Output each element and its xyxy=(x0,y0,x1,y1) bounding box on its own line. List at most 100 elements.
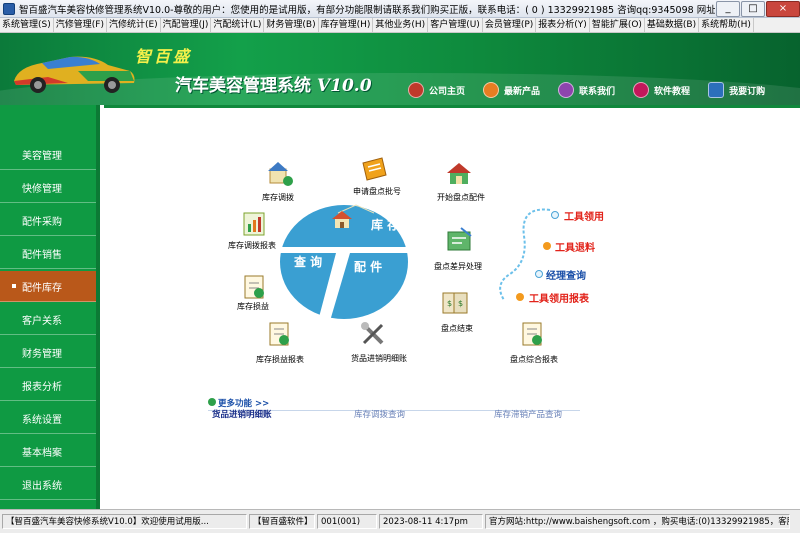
start-inventory-icon xyxy=(447,163,471,184)
difference-icon xyxy=(447,227,472,251)
inventory-end-icon: $ $ xyxy=(442,292,468,314)
sidebar-item-label: 客户关系 xyxy=(22,315,62,327)
nav-contact-label: 联系我们 xyxy=(579,86,616,97)
callout-bullet-circle xyxy=(535,270,543,278)
callout-tool-return[interactable]: 工具退料 xyxy=(555,239,595,254)
transfer-report-icon xyxy=(243,212,265,236)
maximize-button[interactable]: □ xyxy=(741,0,765,17)
inventory-transfer-label: 库存调拨 xyxy=(262,193,294,202)
callout-bullet-dot xyxy=(516,293,524,301)
profit-loss-icon xyxy=(244,275,264,299)
sidebar-item-crm[interactable]: 客户关系 xyxy=(0,304,96,335)
header-banner: 智百盛 汽车美容管理系统 V10.0 公司主页 最新产品 联系我们 软件教程 我… xyxy=(0,33,800,105)
menu-bar: 系统管理(S) 汽修管理(F) 汽修统计(E) 汽配管理(J) 汽配统计(L) … xyxy=(0,18,800,33)
window-title: 智百盛汽车美容快修管理系统V10.0-尊敬的用户：您使用的是试用版，有部分功能限… xyxy=(19,4,715,16)
callout-bullet-circle xyxy=(551,211,559,219)
hub-label-query: 查 询 xyxy=(294,255,323,269)
svg-text:$: $ xyxy=(447,299,452,308)
system-name-text: 汽车美容管理系统 xyxy=(175,76,311,96)
nav-home[interactable]: 公司主页 xyxy=(408,82,465,98)
menu-finance[interactable]: 财务管理(B) xyxy=(264,18,319,32)
nav-order-label: 我要订购 xyxy=(729,86,766,97)
apply-batch-label: 申请盘点批号 xyxy=(353,187,401,196)
menu-customer[interactable]: 客户管理(U) xyxy=(428,18,483,32)
sidebar-item-label: 快修管理 xyxy=(22,183,62,195)
menu-repair-stats[interactable]: 汽修统计(E) xyxy=(107,18,161,32)
sidebar-item-settings[interactable]: 系统设置 xyxy=(0,403,96,434)
more-link-label: 库存滞销产品查询 xyxy=(494,410,563,420)
start-inventory-label: 开始盘点配件 xyxy=(437,193,485,202)
sidebar-item-label: 报表分析 xyxy=(22,381,62,393)
sidebar-item-purchase[interactable]: 配件采购 xyxy=(0,205,96,236)
more-link-slow-moving[interactable]: 库存滞销产品查询 xyxy=(494,408,562,420)
home-icon xyxy=(408,82,424,98)
title-bar: 智百盛汽车美容快修管理系统V10.0-尊敬的用户：您使用的是试用版，有部分功能限… xyxy=(0,0,800,18)
sidebar-item-beauty[interactable]: 美容管理 xyxy=(0,139,96,170)
status-app: 【智百盛汽车美容快修系统V10.0】欢迎使用试用版... xyxy=(2,514,247,529)
status-datetime: 2023-08-11 4:17pm xyxy=(379,514,483,529)
menu-repair[interactable]: 汽修管理(F) xyxy=(54,18,107,32)
callout-bullet-dot xyxy=(543,242,551,250)
sidebar-item-label: 配件采购 xyxy=(22,216,62,228)
status-company: 【智百盛软件】 xyxy=(249,514,315,529)
sidebar-item-finance[interactable]: 财务管理 xyxy=(0,337,96,368)
sidebar-item-inventory[interactable]: 配件库存 xyxy=(0,271,96,302)
transfer-report-label: 库存调拨报表 xyxy=(228,241,276,250)
more-link-label: 货品进销明细账 xyxy=(212,410,272,420)
nav-order[interactable]: 我要订购 xyxy=(708,82,765,98)
menu-reports[interactable]: 报表分析(Y) xyxy=(536,18,590,32)
order-icon xyxy=(708,82,725,98)
hub-label-parts: 配 件 xyxy=(354,260,383,274)
more-link-goods-ledger[interactable]: 货品进销明细账 xyxy=(212,408,272,420)
flower-icon xyxy=(483,82,500,98)
minimize-button[interactable]: _ xyxy=(716,0,740,17)
callout-tool-use[interactable]: 工具领用 xyxy=(564,208,604,223)
profit-loss-label: 库存损益 xyxy=(237,302,269,311)
sidebar-item-label: 基本档案 xyxy=(22,447,62,459)
inventory-end-label: 盘点结束 xyxy=(441,324,473,333)
system-name: 汽车美容管理系统 V10.0 xyxy=(175,71,372,96)
house-icon xyxy=(331,209,353,229)
profit-loss-report-icon xyxy=(269,322,289,346)
nav-products-label: 最新产品 xyxy=(504,86,541,97)
tools-icon xyxy=(361,322,384,345)
nav-tutorial[interactable]: 软件教程 xyxy=(633,82,690,98)
summary-report-icon xyxy=(522,322,542,346)
menu-parts-stats[interactable]: 汽配统计(L) xyxy=(211,18,265,32)
apply-batch-icon xyxy=(362,157,387,181)
nav-home-label: 公司主页 xyxy=(429,86,466,97)
menu-inventory[interactable]: 库存管理(H) xyxy=(319,18,374,32)
system-version: V10.0 xyxy=(316,76,372,96)
sidebar-item-label: 财务管理 xyxy=(22,348,62,360)
nav-tutorial-label: 软件教程 xyxy=(654,86,691,97)
profit-loss-report-label: 库存损益报表 xyxy=(256,355,304,364)
sidebar-item-reports[interactable]: 报表分析 xyxy=(0,370,96,401)
contact-icon xyxy=(558,82,575,98)
menu-help[interactable]: 系统帮助(H) xyxy=(699,18,754,32)
menu-system[interactable]: 系统管理(S) xyxy=(0,18,54,32)
close-button[interactable]: × xyxy=(766,0,800,17)
sidebar-item-quick-repair[interactable]: 快修管理 xyxy=(0,172,96,203)
sidebar-item-sales[interactable]: 配件销售 xyxy=(0,238,96,269)
nav-contact[interactable]: 联系我们 xyxy=(558,82,615,98)
menu-member[interactable]: 会员管理(P) xyxy=(483,18,537,32)
sidebar-item-label: 配件销售 xyxy=(22,249,62,261)
status-bar: 【智百盛汽车美容快修系统V10.0】欢迎使用试用版... 【智百盛软件】 001… xyxy=(0,509,800,533)
menu-basic[interactable]: 基础数据(B) xyxy=(645,18,700,32)
callout-tool-report[interactable]: 工具领用报表 xyxy=(529,290,589,305)
brand-name: 智百盛 xyxy=(135,47,193,66)
callout-manager-query[interactable]: 经理查询 xyxy=(546,267,586,282)
menu-parts[interactable]: 汽配管理(J) xyxy=(161,18,212,32)
house-transfer-icon xyxy=(268,162,293,186)
menu-smart[interactable]: 智能扩展(O) xyxy=(590,18,645,32)
svg-text:$: $ xyxy=(458,299,463,308)
more-functions-icon xyxy=(208,398,216,406)
sidebar-item-archives[interactable]: 基本档案 xyxy=(0,436,96,467)
menu-other[interactable]: 其他业务(H) xyxy=(373,18,429,32)
sidebar-item-label: 系统设置 xyxy=(22,414,62,426)
nav-products[interactable]: 最新产品 xyxy=(483,82,540,98)
sidebar-item-exit[interactable]: 退出系统 xyxy=(0,469,96,500)
sidebar-item-label: 退出系统 xyxy=(22,480,62,492)
more-link-transfer-query[interactable]: 库存调拨查询 xyxy=(354,408,405,420)
hub-label-inventory: 库 存 xyxy=(371,218,400,232)
